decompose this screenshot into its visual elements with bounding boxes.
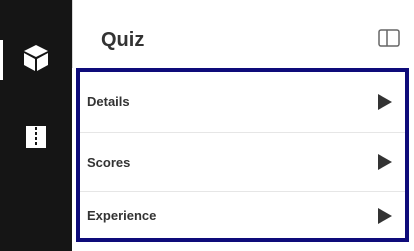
section-label: Details [87,94,130,109]
section-row-experience[interactable]: Experience [80,191,405,239]
section-label: Scores [87,154,131,170]
play-arrow-icon [377,207,393,225]
play-arrow-icon [377,153,393,171]
section-row-details[interactable]: Details [80,72,405,131]
rail-item-cube[interactable] [0,40,72,80]
split-page-icon [25,125,47,154]
panel-layout-icon [378,28,400,52]
panel-header: Quiz [72,0,414,68]
cube-icon [23,44,49,77]
section-row-scores[interactable]: Scores [80,132,405,191]
left-rail [0,0,72,251]
panel-toggle-button[interactable] [378,28,400,52]
play-arrow-icon [377,93,393,111]
rail-item-split[interactable] [0,119,72,159]
active-indicator [0,40,3,80]
panel-title: Quiz [101,29,145,51]
sections-list: Details Scores Experience [76,68,409,242]
section-label: Experience [87,208,157,223]
